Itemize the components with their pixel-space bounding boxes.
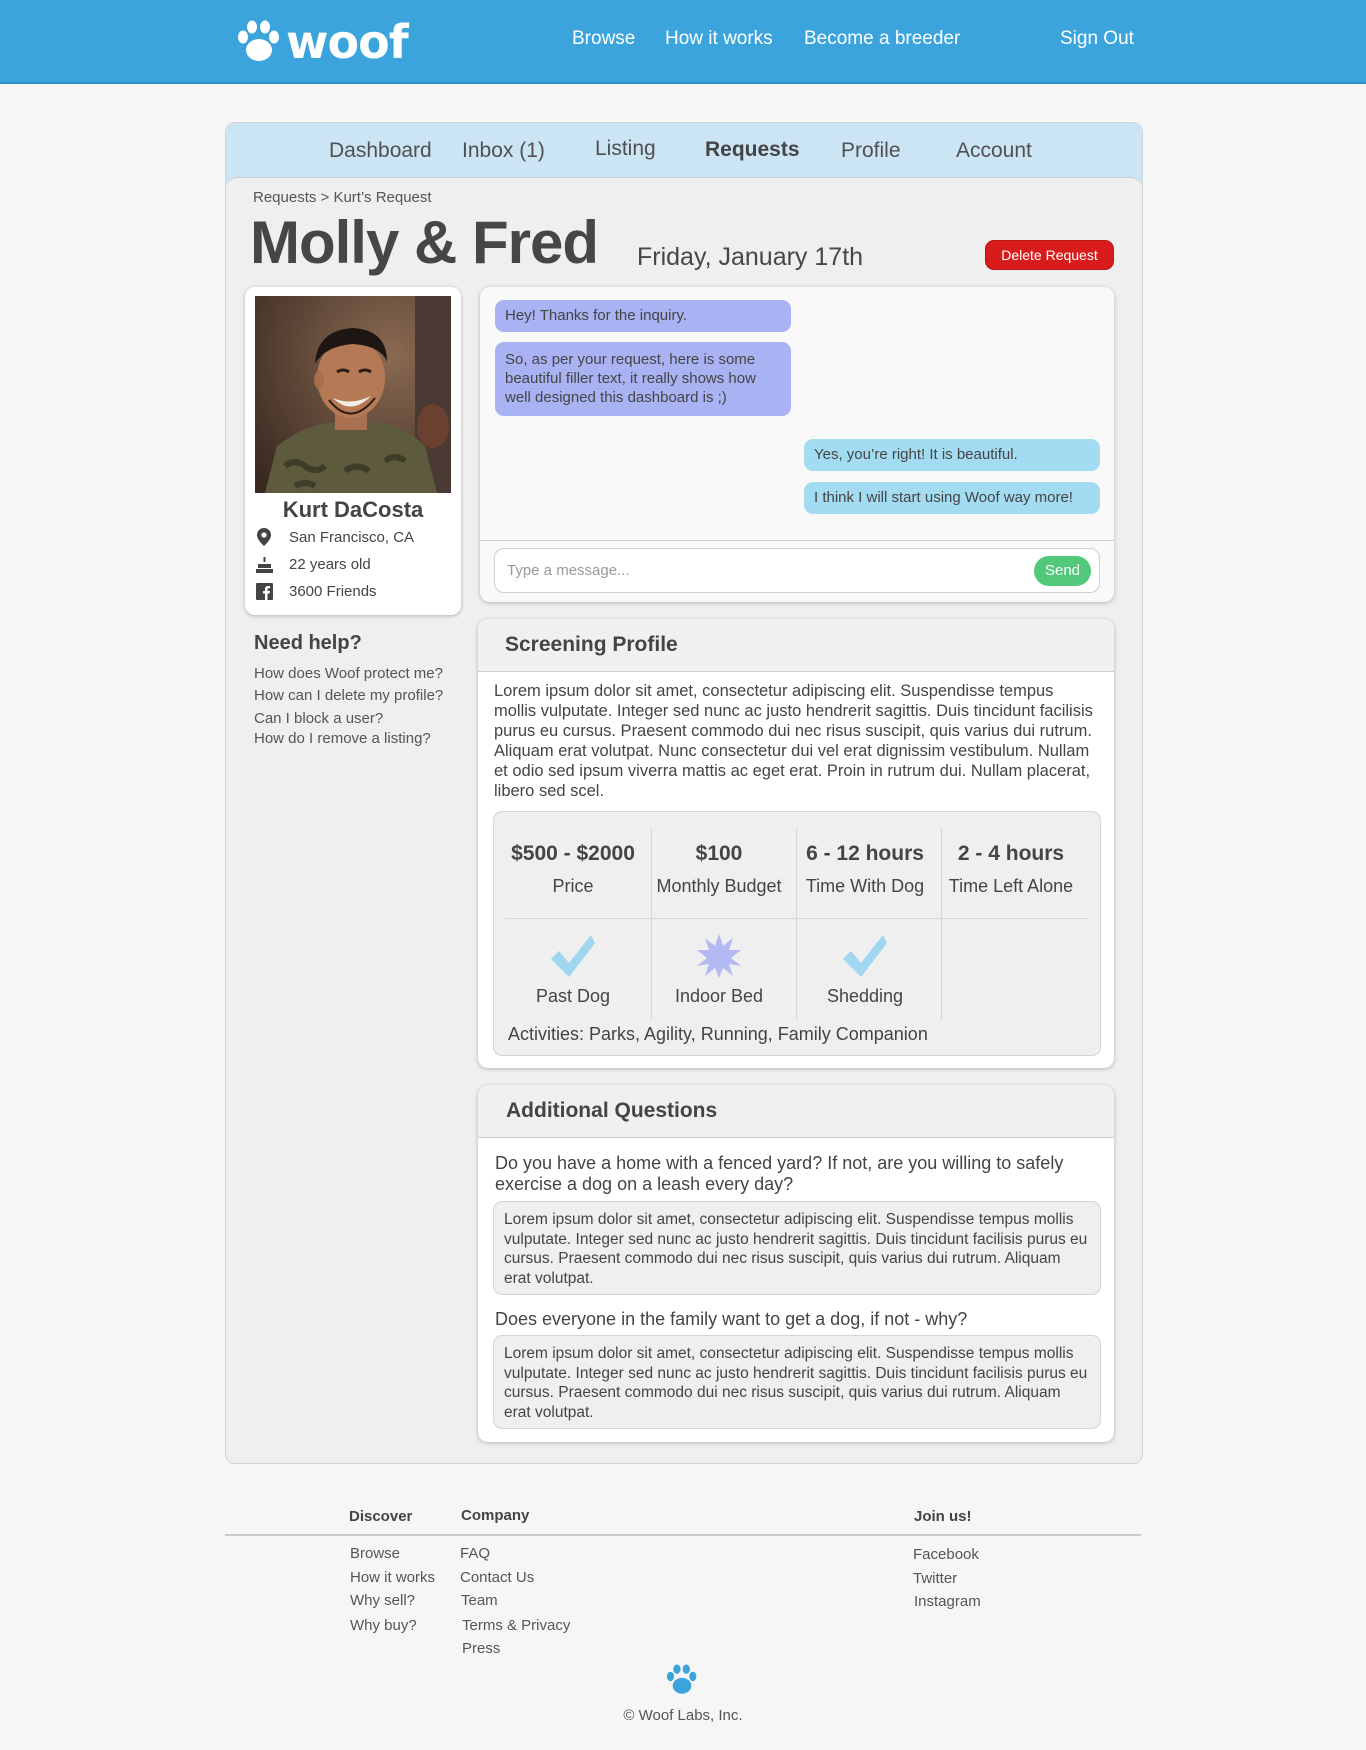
- request-date: Friday, January 17th: [637, 243, 864, 271]
- chat-divider: [480, 540, 1114, 541]
- stat-monthly-budget: $100 Monthly Budget: [646, 828, 792, 897]
- dashboard-tabs: Dashboard Inbox (1) Listing Requests Pro…: [226, 123, 1142, 185]
- footer-link[interactable]: FAQ: [460, 1545, 490, 1562]
- tab-dashboard[interactable]: Dashboard: [329, 139, 432, 163]
- delete-request-button[interactable]: Delete Request: [985, 240, 1114, 270]
- screening-profile-panel: Screening Profile Lorem ipsum dolor sit …: [478, 619, 1114, 1068]
- footer-link[interactable]: Team: [461, 1592, 498, 1609]
- location-text: San Francisco, CA: [289, 528, 415, 546]
- feature-indoor-bed: Indoor Bed: [646, 930, 792, 1007]
- paw-icon: [664, 1662, 700, 1703]
- footer-link[interactable]: Facebook: [913, 1546, 979, 1563]
- footer-company-title: Company: [461, 1507, 530, 1524]
- stat-price: $500 - $2000 Price: [500, 828, 646, 897]
- stat-value: $100: [695, 842, 743, 865]
- stat-value: $500 - $2000: [511, 842, 635, 865]
- stat-time-left-alone: 2 - 4 hours Time Left Alone: [938, 828, 1084, 897]
- requester-profile-card: Kurt DaCosta San Francisco, CA 22 years …: [245, 287, 461, 615]
- chat-message-incoming: So, as per your request, here is some be…: [495, 342, 791, 416]
- birthday-cake-icon: [255, 555, 273, 573]
- tab-profile[interactable]: Profile: [841, 139, 901, 163]
- tab-listing[interactable]: Listing: [595, 137, 656, 161]
- help-link[interactable]: How can I delete my profile?: [254, 687, 443, 704]
- nav-how-it-works[interactable]: How it works: [665, 28, 773, 50]
- stat-value: 6 - 12 hours: [806, 842, 924, 865]
- tab-account[interactable]: Account: [956, 139, 1032, 163]
- question-text: Do you have a home with a fenced yard? I…: [495, 1153, 1064, 1194]
- screening-description: Lorem ipsum dolor sit amet, consectetur …: [494, 682, 1093, 800]
- answer-text: Lorem ipsum dolor sit amet, consectetur …: [493, 1335, 1101, 1429]
- answer-text: Lorem ipsum dolor sit amet, consectetur …: [493, 1201, 1101, 1295]
- activities-text: Activities: Parks, Agility, Running, Fam…: [508, 1024, 928, 1044]
- woof-logo[interactable]: woof: [234, 12, 409, 72]
- footer-link[interactable]: How it works: [350, 1569, 435, 1586]
- facebook-icon: [255, 582, 273, 600]
- feature-label: Shedding: [826, 986, 904, 1006]
- stat-label: Monthly Budget: [656, 876, 782, 896]
- feature-shedding: Shedding: [792, 930, 938, 1007]
- paw-logo-icon: [238, 20, 279, 61]
- help-link[interactable]: How do I remove a listing?: [254, 730, 431, 747]
- footer-divider: [225, 1534, 1141, 1536]
- requester-name: Kurt DaCosta: [282, 497, 424, 522]
- additional-questions-title: Additional Questions: [478, 1085, 1114, 1138]
- chat-message-outgoing: Yes, you’re right! It is beautiful.: [804, 439, 1100, 471]
- chat-message-incoming: Hey! Thanks for the inquiry.: [495, 300, 791, 332]
- stat-time-with-dog: 6 - 12 hours Time With Dog: [792, 828, 938, 897]
- footer-link[interactable]: Why buy?: [350, 1617, 417, 1634]
- nav-sign-out[interactable]: Sign Out: [1060, 28, 1134, 50]
- check-icon: [792, 930, 938, 982]
- additional-questions-panel: Additional Questions Do you have a home …: [478, 1085, 1114, 1442]
- tab-inbox[interactable]: Inbox (1): [462, 139, 545, 163]
- feature-label: Past Dog: [535, 986, 611, 1006]
- profile-photo: [255, 296, 451, 493]
- screening-profile-title: Screening Profile: [478, 619, 1114, 672]
- footer-link[interactable]: Instagram: [914, 1593, 981, 1610]
- footer-link[interactable]: Browse: [350, 1545, 400, 1562]
- requester-location: San Francisco, CA: [255, 528, 414, 546]
- help-link[interactable]: Can I block a user?: [254, 710, 383, 727]
- starburst-icon: [646, 930, 792, 982]
- row-divider: [505, 918, 1089, 919]
- footer-link[interactable]: Why sell?: [350, 1592, 415, 1609]
- footer-link[interactable]: Twitter: [913, 1570, 957, 1587]
- tab-requests[interactable]: Requests: [705, 138, 800, 162]
- requester-age: 22 years old: [255, 555, 371, 573]
- footer-link[interactable]: Contact Us: [460, 1569, 534, 1586]
- footer-link[interactable]: Terms & Privacy: [462, 1617, 570, 1634]
- footer-link[interactable]: Press: [462, 1640, 500, 1657]
- map-pin-icon: [255, 528, 273, 546]
- help-link[interactable]: How does Woof protect me?: [254, 665, 443, 682]
- chat-message-outgoing: I think I will start using Woof way more…: [804, 482, 1100, 514]
- breadcrumb[interactable]: Requests > Kurt’s Request: [253, 189, 432, 206]
- nav-become-breeder[interactable]: Become a breeder: [804, 28, 960, 50]
- stat-label: Time Left Alone: [948, 876, 1074, 896]
- help-title: Need help?: [254, 632, 362, 654]
- stat-label: Time With Dog: [805, 876, 925, 896]
- message-placeholder: Type a message...: [507, 562, 630, 579]
- feature-past-dog: Past Dog: [500, 930, 646, 1007]
- footer-discover-title: Discover: [349, 1508, 413, 1525]
- requester-friends: 3600 Friends: [255, 582, 377, 600]
- copyright: © Woof Labs, Inc.: [623, 1707, 743, 1724]
- message-input[interactable]: Type a message... Send: [494, 548, 1100, 593]
- age-text: 22 years old: [289, 555, 371, 573]
- logo-text: woof: [286, 15, 409, 69]
- page-title: Molly & Fred: [250, 209, 599, 276]
- chat-panel: Hey! Thanks for the inquiry. So, as per …: [480, 287, 1114, 602]
- footer-join-title: Join us!: [914, 1508, 972, 1525]
- stat-value: 2 - 4 hours: [957, 842, 1065, 865]
- screening-stats-box: $500 - $2000 Price $100 Monthly Budget 6…: [493, 811, 1101, 1056]
- top-navbar: woof Browse How it works Become a breede…: [0, 0, 1366, 84]
- check-icon: [500, 930, 646, 982]
- stat-label: Price: [552, 876, 594, 896]
- friends-text: 3600 Friends: [289, 582, 377, 600]
- question-text: Does everyone in the family want to get …: [495, 1309, 968, 1329]
- feature-label: Indoor Bed: [674, 986, 764, 1006]
- send-button[interactable]: Send: [1034, 556, 1091, 586]
- nav-browse[interactable]: Browse: [572, 28, 635, 50]
